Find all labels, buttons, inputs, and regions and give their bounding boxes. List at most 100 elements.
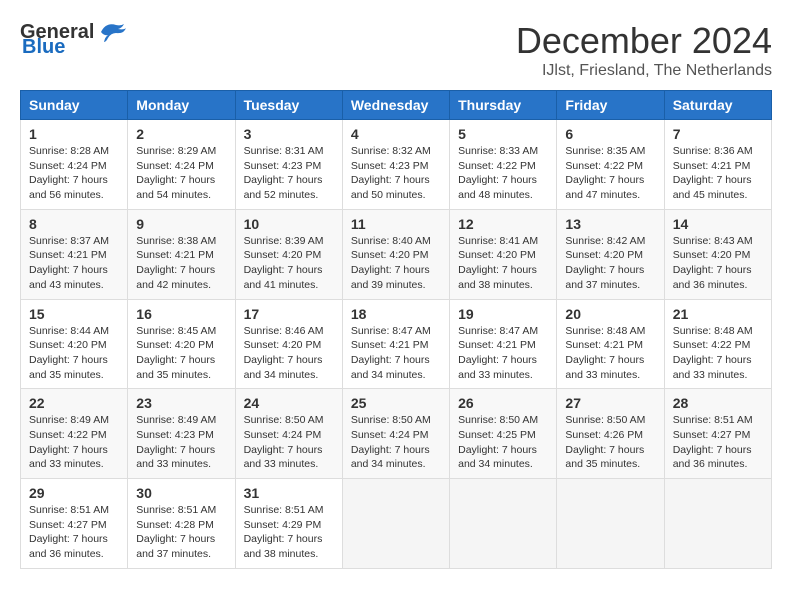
column-header-wednesday: Wednesday <box>342 91 449 120</box>
calendar-cell: 15 Sunrise: 8:44 AM Sunset: 4:20 PM Dayl… <box>21 299 128 389</box>
calendar-cell: 9 Sunrise: 8:38 AM Sunset: 4:21 PM Dayli… <box>128 209 235 299</box>
day-number: 2 <box>136 126 226 142</box>
calendar-cell <box>342 479 449 569</box>
day-detail: Sunrise: 8:41 AM Sunset: 4:20 PM Dayligh… <box>458 234 548 293</box>
day-number: 17 <box>244 306 334 322</box>
day-number: 16 <box>136 306 226 322</box>
day-number: 19 <box>458 306 548 322</box>
day-number: 22 <box>29 395 119 411</box>
day-number: 6 <box>565 126 655 142</box>
day-detail: Sunrise: 8:51 AM Sunset: 4:27 PM Dayligh… <box>673 413 763 472</box>
calendar-cell <box>664 479 771 569</box>
calendar-cell: 26 Sunrise: 8:50 AM Sunset: 4:25 PM Dayl… <box>450 389 557 479</box>
calendar-cell: 6 Sunrise: 8:35 AM Sunset: 4:22 PM Dayli… <box>557 120 664 210</box>
day-number: 11 <box>351 216 441 232</box>
day-number: 20 <box>565 306 655 322</box>
day-number: 28 <box>673 395 763 411</box>
calendar-cell: 18 Sunrise: 8:47 AM Sunset: 4:21 PM Dayl… <box>342 299 449 389</box>
day-detail: Sunrise: 8:38 AM Sunset: 4:21 PM Dayligh… <box>136 234 226 293</box>
calendar-cell: 29 Sunrise: 8:51 AM Sunset: 4:27 PM Dayl… <box>21 479 128 569</box>
column-header-friday: Friday <box>557 91 664 120</box>
day-number: 5 <box>458 126 548 142</box>
calendar-cell <box>557 479 664 569</box>
day-number: 4 <box>351 126 441 142</box>
calendar-cell: 13 Sunrise: 8:42 AM Sunset: 4:20 PM Dayl… <box>557 209 664 299</box>
calendar-cell: 16 Sunrise: 8:45 AM Sunset: 4:20 PM Dayl… <box>128 299 235 389</box>
location: IJlst, Friesland, The Netherlands <box>516 62 772 80</box>
day-detail: Sunrise: 8:48 AM Sunset: 4:21 PM Dayligh… <box>565 324 655 383</box>
day-detail: Sunrise: 8:49 AM Sunset: 4:23 PM Dayligh… <box>136 413 226 472</box>
day-number: 23 <box>136 395 226 411</box>
day-number: 30 <box>136 485 226 501</box>
day-detail: Sunrise: 8:31 AM Sunset: 4:23 PM Dayligh… <box>244 144 334 203</box>
day-detail: Sunrise: 8:50 AM Sunset: 4:24 PM Dayligh… <box>351 413 441 472</box>
calendar-cell <box>450 479 557 569</box>
day-detail: Sunrise: 8:42 AM Sunset: 4:20 PM Dayligh… <box>565 234 655 293</box>
calendar-cell: 8 Sunrise: 8:37 AM Sunset: 4:21 PM Dayli… <box>21 209 128 299</box>
calendar-week-row: 15 Sunrise: 8:44 AM Sunset: 4:20 PM Dayl… <box>21 299 772 389</box>
title-section: December 2024 IJlst, Friesland, The Neth… <box>516 20 772 80</box>
day-detail: Sunrise: 8:39 AM Sunset: 4:20 PM Dayligh… <box>244 234 334 293</box>
calendar-week-row: 8 Sunrise: 8:37 AM Sunset: 4:21 PM Dayli… <box>21 209 772 299</box>
calendar-cell: 31 Sunrise: 8:51 AM Sunset: 4:29 PM Dayl… <box>235 479 342 569</box>
day-number: 8 <box>29 216 119 232</box>
day-number: 12 <box>458 216 548 232</box>
calendar-cell: 11 Sunrise: 8:40 AM Sunset: 4:20 PM Dayl… <box>342 209 449 299</box>
day-number: 29 <box>29 485 119 501</box>
calendar-cell: 17 Sunrise: 8:46 AM Sunset: 4:20 PM Dayl… <box>235 299 342 389</box>
logo-bird-icon <box>96 20 126 44</box>
day-number: 13 <box>565 216 655 232</box>
column-header-saturday: Saturday <box>664 91 771 120</box>
calendar-week-row: 22 Sunrise: 8:49 AM Sunset: 4:22 PM Dayl… <box>21 389 772 479</box>
column-header-monday: Monday <box>128 91 235 120</box>
logo-blue: Blue <box>22 36 65 59</box>
day-detail: Sunrise: 8:51 AM Sunset: 4:27 PM Dayligh… <box>29 503 119 562</box>
calendar-cell: 20 Sunrise: 8:48 AM Sunset: 4:21 PM Dayl… <box>557 299 664 389</box>
day-number: 15 <box>29 306 119 322</box>
day-detail: Sunrise: 8:37 AM Sunset: 4:21 PM Dayligh… <box>29 234 119 293</box>
day-detail: Sunrise: 8:51 AM Sunset: 4:28 PM Dayligh… <box>136 503 226 562</box>
day-detail: Sunrise: 8:35 AM Sunset: 4:22 PM Dayligh… <box>565 144 655 203</box>
calendar-cell: 2 Sunrise: 8:29 AM Sunset: 4:24 PM Dayli… <box>128 120 235 210</box>
day-number: 7 <box>673 126 763 142</box>
day-detail: Sunrise: 8:32 AM Sunset: 4:23 PM Dayligh… <box>351 144 441 203</box>
day-number: 31 <box>244 485 334 501</box>
calendar-cell: 30 Sunrise: 8:51 AM Sunset: 4:28 PM Dayl… <box>128 479 235 569</box>
column-header-tuesday: Tuesday <box>235 91 342 120</box>
day-number: 9 <box>136 216 226 232</box>
calendar-cell: 14 Sunrise: 8:43 AM Sunset: 4:20 PM Dayl… <box>664 209 771 299</box>
calendar-cell: 12 Sunrise: 8:41 AM Sunset: 4:20 PM Dayl… <box>450 209 557 299</box>
day-detail: Sunrise: 8:33 AM Sunset: 4:22 PM Dayligh… <box>458 144 548 203</box>
logo: General Blue <box>20 20 126 59</box>
day-detail: Sunrise: 8:47 AM Sunset: 4:21 PM Dayligh… <box>458 324 548 383</box>
day-number: 26 <box>458 395 548 411</box>
calendar-header-row: SundayMondayTuesdayWednesdayThursdayFrid… <box>21 91 772 120</box>
column-header-thursday: Thursday <box>450 91 557 120</box>
calendar-cell: 25 Sunrise: 8:50 AM Sunset: 4:24 PM Dayl… <box>342 389 449 479</box>
day-detail: Sunrise: 8:40 AM Sunset: 4:20 PM Dayligh… <box>351 234 441 293</box>
day-number: 27 <box>565 395 655 411</box>
calendar-cell: 7 Sunrise: 8:36 AM Sunset: 4:21 PM Dayli… <box>664 120 771 210</box>
page-header: General Blue December 2024 IJlst, Friesl… <box>20 20 772 80</box>
day-detail: Sunrise: 8:43 AM Sunset: 4:20 PM Dayligh… <box>673 234 763 293</box>
day-detail: Sunrise: 8:50 AM Sunset: 4:25 PM Dayligh… <box>458 413 548 472</box>
calendar-table: SundayMondayTuesdayWednesdayThursdayFrid… <box>20 90 772 569</box>
day-detail: Sunrise: 8:29 AM Sunset: 4:24 PM Dayligh… <box>136 144 226 203</box>
day-detail: Sunrise: 8:50 AM Sunset: 4:24 PM Dayligh… <box>244 413 334 472</box>
day-detail: Sunrise: 8:49 AM Sunset: 4:22 PM Dayligh… <box>29 413 119 472</box>
day-detail: Sunrise: 8:46 AM Sunset: 4:20 PM Dayligh… <box>244 324 334 383</box>
calendar-cell: 10 Sunrise: 8:39 AM Sunset: 4:20 PM Dayl… <box>235 209 342 299</box>
day-detail: Sunrise: 8:45 AM Sunset: 4:20 PM Dayligh… <box>136 324 226 383</box>
day-number: 24 <box>244 395 334 411</box>
calendar-week-row: 1 Sunrise: 8:28 AM Sunset: 4:24 PM Dayli… <box>21 120 772 210</box>
day-number: 18 <box>351 306 441 322</box>
day-number: 21 <box>673 306 763 322</box>
calendar-cell: 1 Sunrise: 8:28 AM Sunset: 4:24 PM Dayli… <box>21 120 128 210</box>
calendar-cell: 22 Sunrise: 8:49 AM Sunset: 4:22 PM Dayl… <box>21 389 128 479</box>
day-number: 10 <box>244 216 334 232</box>
day-detail: Sunrise: 8:51 AM Sunset: 4:29 PM Dayligh… <box>244 503 334 562</box>
calendar-week-row: 29 Sunrise: 8:51 AM Sunset: 4:27 PM Dayl… <box>21 479 772 569</box>
column-header-sunday: Sunday <box>21 91 128 120</box>
day-detail: Sunrise: 8:36 AM Sunset: 4:21 PM Dayligh… <box>673 144 763 203</box>
calendar-cell: 24 Sunrise: 8:50 AM Sunset: 4:24 PM Dayl… <box>235 389 342 479</box>
